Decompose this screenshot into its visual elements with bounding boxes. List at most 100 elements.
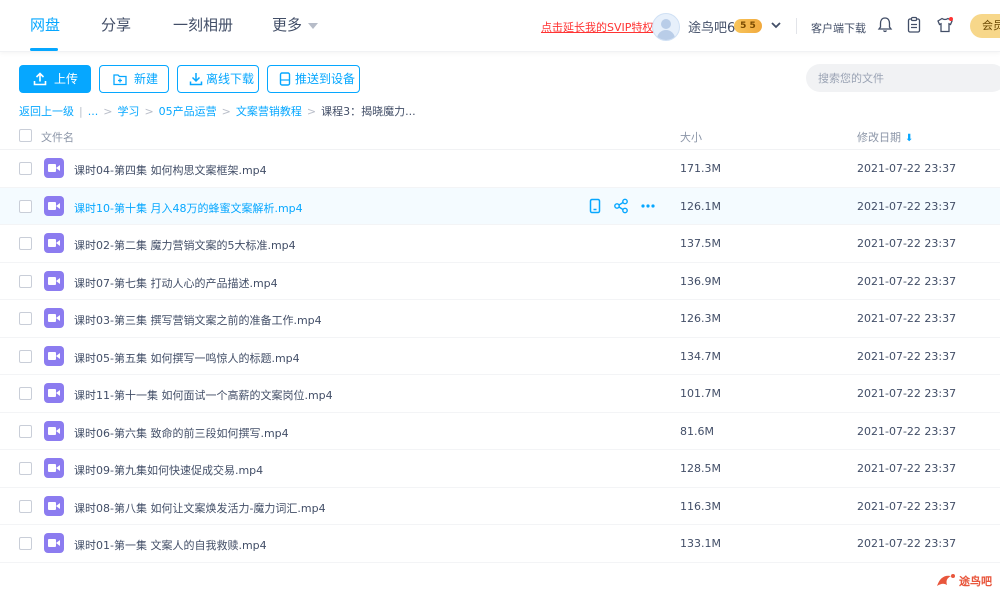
svip-promo-link[interactable]: 点击延长我的SVIP特权 (541, 19, 653, 35)
row-checkbox[interactable] (19, 312, 32, 325)
table-row[interactable]: 课时09-第九集如何快速促成交易.mp4 128.5M 2021-07-22 23:… (0, 450, 1000, 488)
file-name[interactable]: 课时06-第六集 致命的前三段如何撰写.mp4 (74, 425, 289, 441)
row-checkbox[interactable] (19, 274, 32, 288)
tab-share[interactable]: 分享 (101, 14, 131, 35)
breadcrumb-item[interactable]: 学习 (117, 105, 139, 118)
file-name[interactable]: 课时03-第三集 撰写营销文案之前的准备工作.mp4 (74, 312, 322, 328)
upload-label: 上传 (54, 72, 79, 86)
clipboard-icon[interactable] (905, 16, 923, 34)
bell-icon[interactable] (876, 16, 894, 34)
file-size: 171.3M (680, 162, 721, 175)
file-date: 2021-07-22 23:37 (857, 462, 957, 475)
column-header-size[interactable]: 大小 (680, 129, 702, 145)
file-date: 2021-07-22 23:37 (857, 387, 957, 400)
avatar[interactable] (652, 13, 680, 41)
table-row[interactable]: 课时06-第六集 致命的前三段如何撰写.mp4 81.6M 2021-07-22 2… (0, 413, 1000, 450)
watermark-text: 途鸟吧 (959, 575, 992, 588)
chevron-down-icon (308, 22, 319, 29)
share-icon[interactable] (613, 198, 629, 214)
breadcrumb-separator: > (144, 105, 154, 118)
file-size: 128.5M (680, 462, 721, 475)
file-date: 2021-07-22 23:37 (857, 162, 957, 175)
row-checkbox[interactable] (19, 387, 32, 400)
column-header-name[interactable]: 文件名 (41, 129, 74, 145)
file-size: 116.3M (680, 499, 721, 513)
row-checkbox[interactable] (19, 462, 32, 475)
table-header: 文件名 大小 修改日期 ⬇ (0, 120, 1000, 150)
video-file-icon (44, 420, 64, 441)
video-file-icon (44, 495, 64, 516)
vip-button[interactable]: 会员 (970, 14, 1000, 38)
row-checkbox[interactable] (19, 424, 32, 438)
new-folder-icon (113, 74, 127, 86)
file-name[interactable]: 课时10-第十集 月入48万的蜂蜜文案解析.mp4 (74, 200, 303, 216)
select-all-checkbox[interactable] (19, 129, 32, 142)
table-row[interactable]: 课时07-第七集 打动人心的产品描述.mp4 136.9M 2021-07-22 2… (0, 263, 1000, 300)
file-name[interactable]: 课时09-第九集如何快速促成交易.mp4 (74, 462, 263, 478)
vip-level-badge: 5 5 (734, 19, 762, 33)
video-file-icon (44, 195, 64, 216)
tab-more[interactable]: 更多 (272, 14, 319, 35)
row-checkbox[interactable] (19, 349, 32, 363)
username[interactable]: 途鸟吧6 (688, 17, 735, 36)
file-date: 2021-07-22 23:37 (857, 199, 957, 213)
file-size: 136.9M (680, 274, 721, 288)
row-checkbox[interactable] (19, 499, 32, 513)
shirt-icon[interactable] (936, 16, 954, 34)
more-icon[interactable] (640, 198, 656, 214)
file-name[interactable]: 课时07-第七集 打动人心的产品描述.mp4 (74, 275, 278, 291)
push-to-device-button[interactable]: 推送到设备 (267, 65, 360, 93)
breadcrumb-current: 课程3：揭晓魔力... (321, 105, 416, 118)
offline-download-button[interactable]: 离线下载 (177, 65, 259, 93)
row-checkbox[interactable] (19, 237, 32, 250)
file-size: 126.1M (680, 199, 721, 213)
file-date: 2021-07-22 23:37 (857, 537, 957, 550)
file-name[interactable]: 课时04-第四集 如何构思文案框架.mp4 (74, 162, 267, 178)
breadcrumb-separator: > (103, 105, 113, 118)
table-row[interactable]: 课时02-第二集 魔力营销文案的5大标准.mp4 137.5M 2021-07-22… (0, 225, 1000, 263)
new-folder-button[interactable]: 新建 (99, 65, 169, 93)
table-row[interactable]: 课时04-第四集 如何构思文案框架.mp4 171.3M 2021-07-22 23… (0, 150, 1000, 188)
table-row[interactable]: 课时01-第一集 文案人的自我救赎.mp4 133.1M 2021-07-22 23… (0, 525, 1000, 563)
breadcrumb-item[interactable]: 05产品运营 (159, 105, 217, 118)
file-name[interactable]: 课时05-第五集 如何撰写一鸣惊人的标题.mp4 (74, 350, 300, 366)
table-row[interactable]: 课时10-第十集 月入48万的蜂蜜文案解析.mp4 126.1M 2021-07-2… (0, 187, 1000, 225)
table-row[interactable]: 课时05-第五集 如何撰写一鸣惊人的标题.mp4 134.7M 2021-07-22… (0, 338, 1000, 375)
video-file-icon (44, 383, 64, 403)
tab-more-label: 更多 (272, 16, 303, 34)
video-file-icon (44, 308, 64, 328)
video-file-icon (44, 233, 64, 253)
row-checkbox[interactable] (19, 537, 32, 550)
sort-desc-icon: ⬇ (905, 133, 914, 144)
new-label: 新建 (134, 72, 159, 86)
file-name[interactable]: 课时11-第十一集 如何面试一个高薪的文案岗位.mp4 (74, 387, 333, 403)
breadcrumb-item[interactable]: 文案营销教程 (236, 105, 302, 118)
table-row[interactable]: 课时11-第十一集 如何面试一个高薪的文案岗位.mp4 101.7M 2021-07… (0, 375, 1000, 413)
tab-netdisk[interactable]: 网盘 (30, 14, 60, 35)
phone-icon[interactable] (587, 198, 603, 214)
device-icon (279, 72, 291, 86)
table-row[interactable]: 课时03-第三集 撰写营销文案之前的准备工作.mp4 126.3M 2021-07-… (0, 300, 1000, 338)
breadcrumb: 返回上一级 |... > 学习 >05产品运营 > 文案营销教程 > 课程3：揭晓魔力... (19, 103, 416, 119)
file-size: 81.6M (680, 424, 714, 438)
file-size: 134.7M (680, 349, 721, 363)
file-date: 2021-07-22 23:37 (857, 349, 957, 363)
row-checkbox[interactable] (19, 162, 32, 175)
chevron-down-icon[interactable] (770, 19, 782, 31)
tab-album[interactable]: 一刻相册 (173, 14, 233, 35)
client-download-link[interactable]: 客户端下载 (811, 20, 866, 36)
table-row[interactable]: 课时08-第八集 如何让文案焕发活力-魔力词汇.mp4 116.3M 2021-07… (0, 488, 1000, 525)
search-input[interactable] (806, 64, 1000, 92)
row-checkbox[interactable] (19, 199, 32, 213)
file-name[interactable]: 课时02-第二集 魔力营销文案的5大标准.mp4 (74, 237, 296, 253)
divider (796, 18, 797, 34)
breadcrumb-ellipsis[interactable]: ... (88, 105, 99, 118)
file-name[interactable]: 课时08-第八集 如何让文案焕发活力-魔力词汇.mp4 (74, 500, 326, 516)
video-file-icon (44, 533, 64, 553)
breadcrumb-separator: > (306, 105, 317, 118)
upload-button[interactable]: 上传 (19, 65, 91, 93)
file-name[interactable]: 课时01-第一集 文案人的自我救赎.mp4 (74, 537, 267, 553)
breadcrumb-back-link[interactable]: 返回上一级 (19, 105, 74, 118)
column-header-date[interactable]: 修改日期 ⬇ (857, 129, 913, 145)
video-file-icon (44, 345, 64, 366)
